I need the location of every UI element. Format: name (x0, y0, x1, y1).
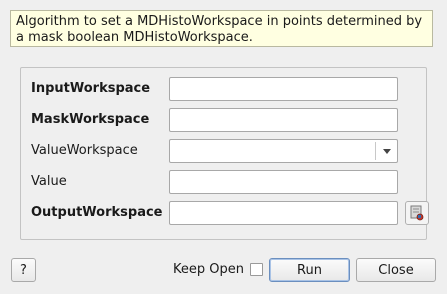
inputworkspace-label: InputWorkspace (31, 81, 151, 96)
valueworkspace-label: ValueWorkspace (31, 143, 138, 158)
maskworkspace-label: MaskWorkspace (31, 112, 150, 127)
keep-open-checkbox[interactable] (250, 263, 263, 276)
run-button[interactable]: Run (269, 258, 350, 282)
chevron-down-icon[interactable] (383, 149, 391, 154)
keep-open-label: Keep Open (173, 262, 244, 277)
valueworkspace-combobox[interactable] (169, 139, 398, 163)
inputworkspace-field[interactable] (169, 77, 398, 101)
value-field[interactable] (169, 170, 398, 194)
maskworkspace-field[interactable] (169, 108, 398, 132)
workspace-browse-icon (410, 205, 424, 221)
close-button[interactable]: Close (356, 258, 436, 282)
property-row-inputworkspace: InputWorkspace (21, 77, 426, 101)
combobox-separator (375, 142, 376, 160)
outputworkspace-label: OutputWorkspace (31, 205, 163, 220)
value-label: Value (31, 174, 67, 189)
property-row-valueworkspace: ValueWorkspace (21, 139, 426, 163)
property-row-maskworkspace: MaskWorkspace (21, 108, 426, 132)
properties-group: InputWorkspace MaskWorkspace ValueWorksp… (20, 67, 429, 240)
algorithm-description: Algorithm to set a MDHistoWorkspace in p… (10, 10, 433, 47)
help-button[interactable]: ? (11, 258, 36, 282)
property-row-value: Value (21, 170, 426, 194)
property-row-outputworkspace: OutputWorkspace (21, 201, 429, 225)
outputworkspace-field[interactable] (169, 201, 398, 225)
workspace-browse-button[interactable] (405, 201, 429, 225)
